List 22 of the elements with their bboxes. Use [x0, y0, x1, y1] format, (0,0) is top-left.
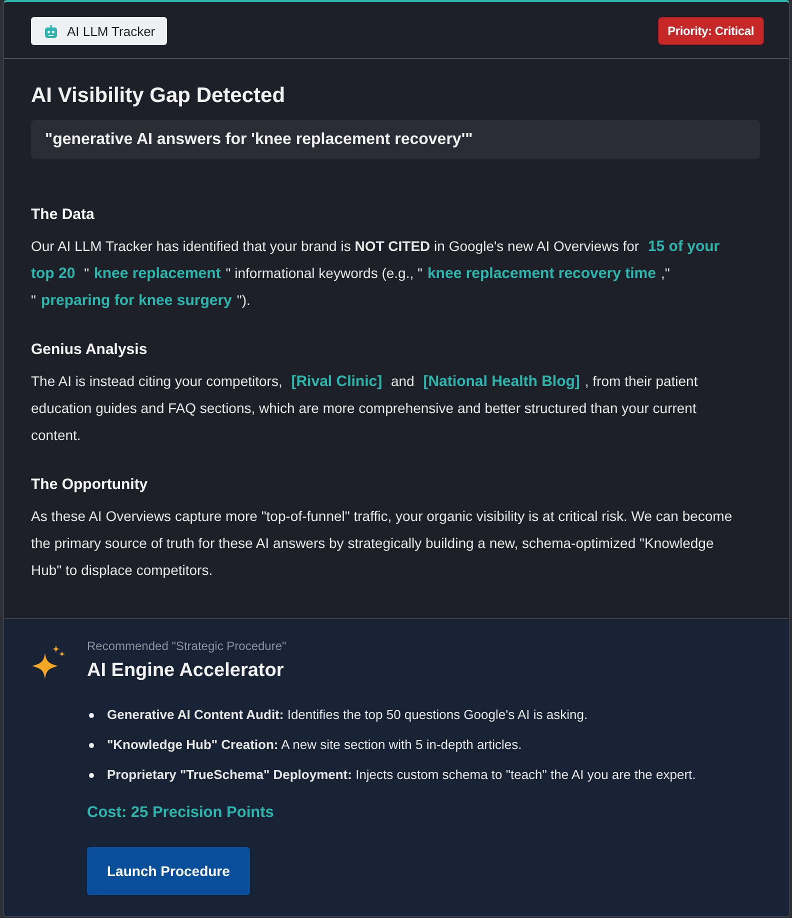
launch-button[interactable]: Launch Procedure	[87, 847, 250, 895]
cost-label: Cost: 25 Precision Points	[87, 803, 275, 823]
bullet-icon	[89, 742, 94, 748]
procedure-step: Generative AI Content Audit: Identifies the top 50 questions Google's AI is asking.	[107, 705, 588, 725]
sparkle-icon	[32, 645, 66, 679]
section-paragraph: As these AI Overviews capture more "top-of-funnel" traffic, your organic visibility is at critical risk. We can become the primary source of truth for these AI answers by strategically building a new, schema-optimized "Knowledge Hub" to displace competitors.	[31, 507, 734, 580]
procedure-step: Proprietary "TrueSchema" Deployment: Injects custom schema to "teach" the AI you are the expert.	[107, 765, 696, 785]
search-query: "generative AI answers for 'knee replacement recovery'"	[31, 120, 760, 159]
procedure-step: "Knowledge Hub" Creation: A new site section with 5 in-depth articles.	[107, 735, 522, 755]
section-paragraph: Our AI LLM Tracker has identified that your brand is NOT CITED in Google's new AI Overviews for 15 of your top 20 " knee replacement " informational keywords (e.g., " knee replacement recovery time ," " preparing for knee surgery ").	[31, 237, 721, 311]
source-label: AI LLM Tracker	[67, 24, 156, 38]
section-heading: The Data	[31, 205, 96, 225]
robot-icon	[44, 24, 58, 38]
eyebrow-label: Recommended "Strategic Procedure"	[87, 638, 288, 654]
bullet-icon	[89, 712, 94, 718]
section-paragraph: The AI is instead citing your competitors, [Rival Clinic] and [National Health Blog] , from their patient education guides and FAQ sections, which are more comprehensive and better structured than your current content.	[31, 372, 699, 445]
bullet-icon	[89, 772, 94, 778]
section-heading: The Opportunity	[31, 475, 149, 495]
alert-title: AI Visibility Gap Detected	[31, 83, 286, 109]
section-heading: Genius Analysis	[31, 340, 148, 360]
procedure-title: AI Engine Accelerator	[87, 659, 285, 683]
priority-badge: Priority: Critical	[658, 17, 764, 45]
